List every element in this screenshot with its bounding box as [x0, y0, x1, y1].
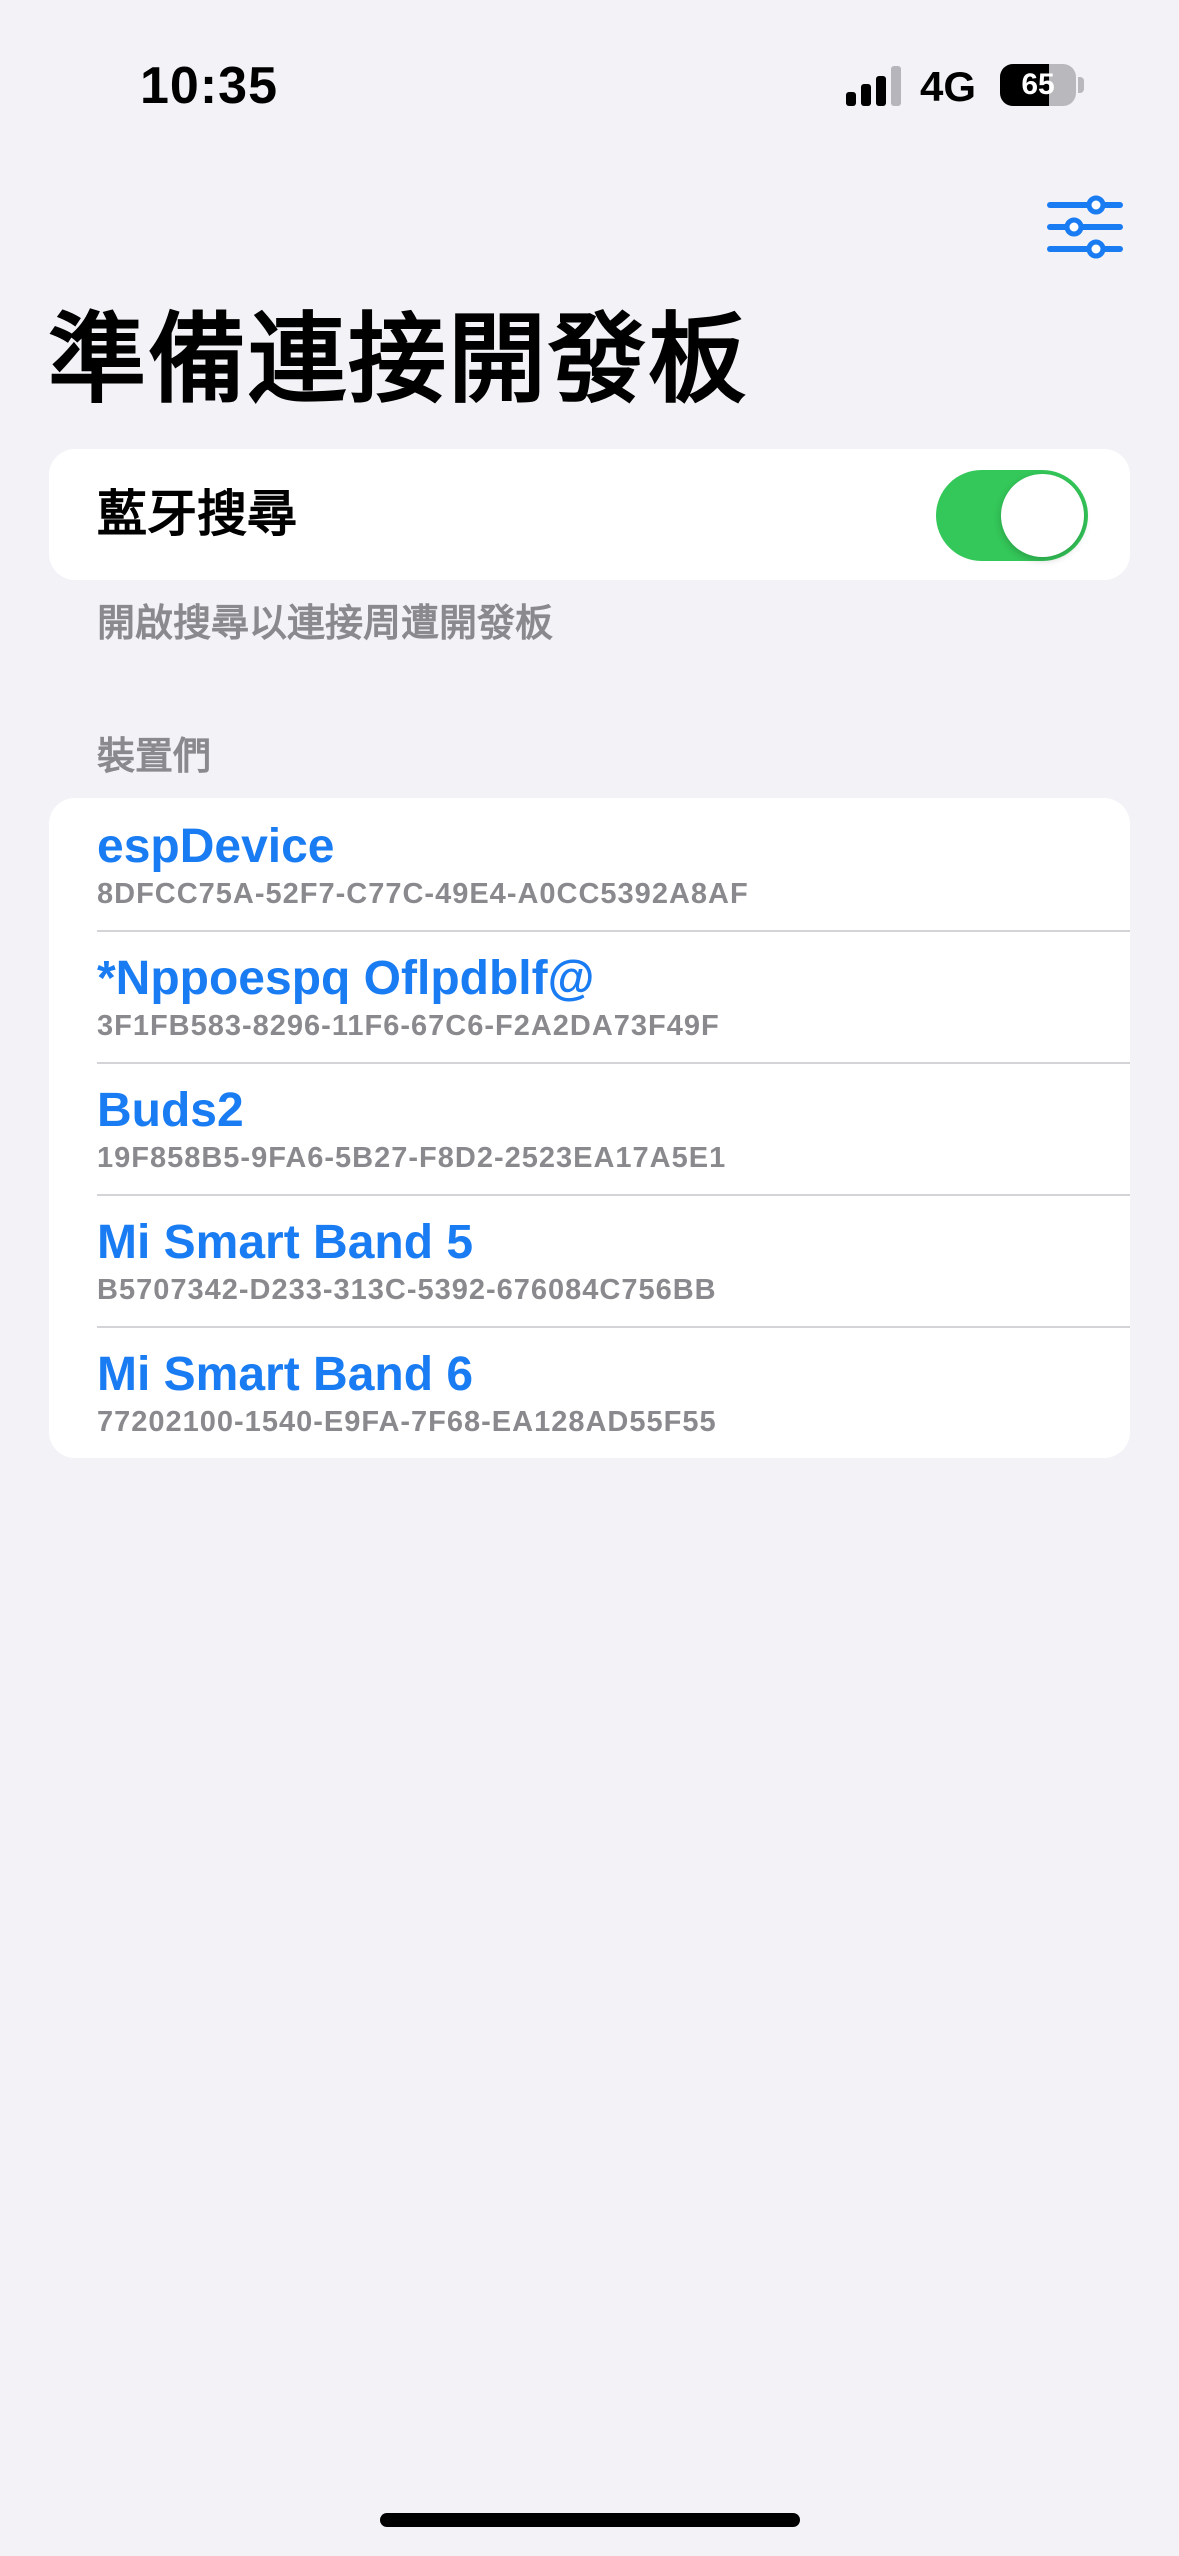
device-name: espDevice — [97, 820, 335, 873]
network-type: 4G — [920, 63, 977, 110]
battery-tip — [1078, 77, 1084, 93]
device-name: Mi Smart Band 6 — [97, 1348, 474, 1401]
battery-level: 65 — [1021, 68, 1055, 101]
cellular-signal-icon — [846, 66, 904, 106]
filter-settings-button[interactable] — [1046, 192, 1124, 262]
device-list: espDevice 8DFCC75A-52F7-C77C-49E4-A0CC53… — [49, 798, 1130, 1458]
device-uuid: B5707342-D233-313C-5392-676084C756BB — [97, 1274, 717, 1306]
status-time: 10:35 — [140, 57, 278, 115]
status-bar: 10:35 4G 65 — [0, 0, 1179, 150]
device-row[interactable]: Buds2 19F858B5-9FA6-5B27-F8D2-2523EA17A5… — [49, 1062, 1130, 1194]
device-row[interactable]: espDevice 8DFCC75A-52F7-C77C-49E4-A0CC53… — [49, 798, 1130, 930]
device-uuid: 19F858B5-9FA6-5B27-F8D2-2523EA17A5E1 — [97, 1142, 727, 1174]
device-name: Mi Smart Band 5 — [97, 1216, 474, 1269]
device-name: *Nppoespq Oflpdblf@ — [97, 952, 595, 1005]
home-indicator[interactable] — [380, 2513, 800, 2527]
toggle-knob — [1001, 474, 1084, 557]
bluetooth-search-label: 藍牙搜尋 — [97, 485, 297, 543]
devices-section-header: 裝置們 — [97, 734, 212, 778]
device-uuid: 3F1FB583-8296-11F6-67C6-F2A2DA73F49F — [97, 1010, 720, 1042]
sliders-icon — [1047, 195, 1123, 259]
bluetooth-footer-text: 開啟搜尋以連接周遭開發板 — [97, 601, 554, 645]
bluetooth-card: 藍牙搜尋 — [49, 449, 1130, 580]
device-uuid: 8DFCC75A-52F7-C77C-49E4-A0CC5392A8AF — [97, 878, 749, 910]
page-title: 準備連接開發板 — [48, 303, 749, 417]
bluetooth-search-toggle[interactable] — [936, 470, 1088, 561]
device-row[interactable]: Mi Smart Band 5 B5707342-D233-313C-5392-… — [49, 1194, 1130, 1326]
device-name: Buds2 — [97, 1084, 244, 1137]
device-row[interactable]: Mi Smart Band 6 77202100-1540-E9FA-7F68-… — [49, 1326, 1130, 1458]
device-uuid: 77202100-1540-E9FA-7F68-EA128AD55F55 — [97, 1406, 717, 1438]
battery-icon: 65 — [1000, 64, 1076, 106]
device-row[interactable]: *Nppoespq Oflpdblf@ 3F1FB583-8296-11F6-6… — [49, 930, 1130, 1062]
